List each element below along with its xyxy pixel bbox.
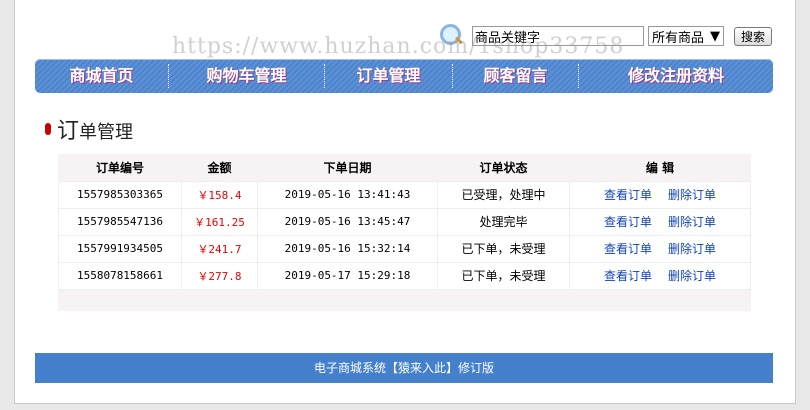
nav-profile[interactable]: 修改注册资料 bbox=[579, 64, 773, 88]
order-actions: 查看订单 删除订单 bbox=[569, 180, 751, 209]
dropdown-arrow-icon: ▼ bbox=[710, 28, 721, 44]
category-select[interactable]: 所有商品 ▼ bbox=[648, 26, 725, 46]
table-row: 1557991934505 ￥241.7 2019-05-16 15:32:14… bbox=[58, 234, 751, 263]
order-date: 2019-05-16 13:41:43 bbox=[257, 180, 438, 209]
order-actions: 查看订单 删除订单 bbox=[569, 207, 751, 236]
order-id: 1557991934505 bbox=[58, 234, 182, 263]
order-amount: ￥158.4 bbox=[181, 180, 258, 209]
category-value: 所有商品 bbox=[652, 30, 705, 46]
title-rest: 单管理 bbox=[79, 122, 134, 143]
nav-home[interactable]: 商城首页 bbox=[35, 64, 169, 88]
view-order-link[interactable]: 查看订单 bbox=[604, 242, 652, 256]
page-title: 订单管理 bbox=[45, 113, 133, 145]
bullet-icon bbox=[45, 123, 51, 135]
table-row: 1558078158661 ￥277.8 2019-05-17 15:29:18… bbox=[58, 261, 751, 290]
table-footer bbox=[58, 289, 751, 311]
delete-order-link[interactable]: 删除订单 bbox=[668, 215, 716, 229]
order-date: 2019-05-17 15:29:18 bbox=[257, 261, 438, 290]
title-first-char: 订 bbox=[57, 119, 80, 144]
order-status: 处理完毕 bbox=[437, 207, 570, 236]
table-row: 1557985303365 ￥158.4 2019-05-16 13:41:43… bbox=[58, 180, 751, 209]
order-amount: ￥161.25 bbox=[181, 207, 258, 236]
order-status: 已受理，处理中 bbox=[437, 180, 570, 209]
col-id: 订单编号 bbox=[95, 160, 144, 175]
footer: 电子商城系统【猿来入此】修订版 bbox=[35, 353, 773, 383]
view-order-link[interactable]: 查看订单 bbox=[604, 188, 652, 202]
nav-orders[interactable]: 订单管理 bbox=[325, 64, 453, 88]
order-id: 1558078158661 bbox=[58, 261, 182, 290]
order-id: 1557985547136 bbox=[58, 207, 182, 236]
table-row: 1557985547136 ￥161.25 2019-05-16 13:45:4… bbox=[58, 207, 751, 236]
order-actions: 查看订单 删除订单 bbox=[569, 234, 751, 263]
order-date: 2019-05-16 13:45:47 bbox=[257, 207, 438, 236]
delete-order-link[interactable]: 删除订单 bbox=[668, 269, 716, 283]
view-order-link[interactable]: 查看订单 bbox=[604, 215, 652, 229]
col-edit: 编 辑 bbox=[645, 160, 675, 175]
search-button[interactable]: 搜索 bbox=[734, 26, 773, 46]
view-order-link[interactable]: 查看订单 bbox=[604, 269, 652, 283]
nav-messages[interactable]: 顾客留言 bbox=[453, 64, 579, 88]
col-amount: 金额 bbox=[207, 160, 232, 175]
magnifier-icon bbox=[440, 24, 464, 48]
delete-order-link[interactable]: 删除订单 bbox=[668, 242, 716, 256]
order-status: 已下单，未受理 bbox=[437, 234, 570, 263]
col-date: 下单日期 bbox=[323, 160, 372, 175]
order-amount: ￥241.7 bbox=[181, 234, 258, 263]
order-amount: ￥277.8 bbox=[181, 261, 258, 290]
order-id: 1557985303365 bbox=[58, 180, 182, 209]
delete-order-link[interactable]: 删除订单 bbox=[668, 188, 716, 202]
main-nav: 商城首页 购物车管理 订单管理 顾客留言 修改注册资料 bbox=[35, 59, 773, 93]
order-actions: 查看订单 删除订单 bbox=[569, 261, 751, 290]
order-date: 2019-05-16 15:32:14 bbox=[257, 234, 438, 263]
search-input[interactable] bbox=[472, 26, 644, 46]
order-status: 已下单，未受理 bbox=[437, 261, 570, 290]
col-status: 订单状态 bbox=[479, 160, 528, 175]
orders-table: 订单编号 金额 下单日期 订单状态 编 辑 1557985303365 ￥158… bbox=[58, 154, 751, 311]
search-bar: 所有商品 ▼ 搜索 bbox=[440, 24, 773, 48]
nav-cart[interactable]: 购物车管理 bbox=[169, 64, 325, 88]
